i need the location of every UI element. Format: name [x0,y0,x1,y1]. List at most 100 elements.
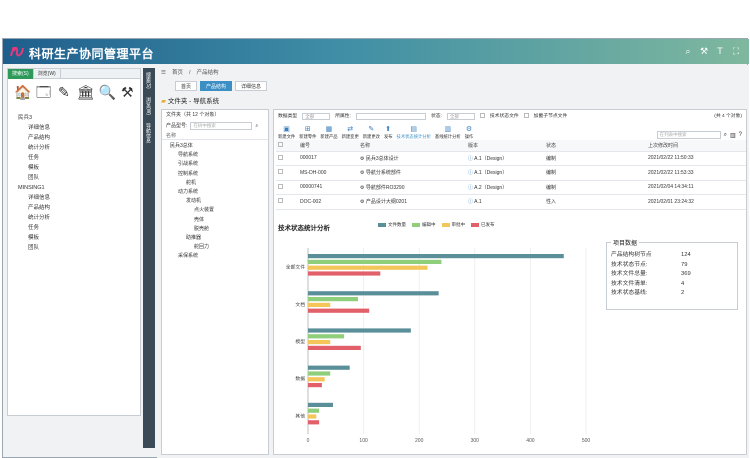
tree-item[interactable]: 产品结构 [18,133,130,143]
tab-details[interactable]: 详细信息 [235,81,268,91]
tree-item[interactable]: 团队 [18,173,130,183]
bar[interactable] [308,420,320,425]
type-select[interactable]: 全部 [302,113,331,120]
table-row[interactable]: DOC-002 ⚙ 产品设计大纲0201 ⓘ A.1 性入 2021/02/01 23:… [276,194,746,210]
bar[interactable] [308,377,325,382]
cell-name[interactable]: ⚙ 导航分系统部件 [358,165,466,181]
toolbar-button[interactable]: ⊞ 新建零件 [299,126,316,139]
vtab-search[interactable]: 搜索(S) [143,68,154,93]
tab-browse[interactable]: 浏览(W) [34,69,61,79]
cell-id[interactable]: 00000741 [298,180,358,195]
bar[interactable] [308,297,359,302]
bar[interactable] [308,365,350,370]
sub-node-checkbox[interactable] [523,113,529,118]
tree-item[interactable]: 产品结构 [18,203,130,213]
product-tree-item[interactable]: 控制系统 [166,170,264,179]
cell-name[interactable]: ⚙ 产品设计大纲0201 [358,194,466,210]
bar[interactable] [308,308,370,313]
product-tree-item[interactable]: 点火装置 [166,206,264,215]
help-icon[interactable]: ? [739,132,742,138]
fullscreen-icon[interactable]: ⛶ [731,46,741,56]
tools-icon[interactable]: ⚒ [121,83,134,101]
product-tree-item[interactable]: 舵回力 [166,243,264,252]
owner-select[interactable] [355,113,426,120]
menu-icon[interactable]: ☰ [161,67,166,79]
column-header[interactable]: 编号 [298,140,358,152]
tree-item[interactable]: 任务 [18,153,130,163]
table-row[interactable]: MS-DH-000 ⚙ 导航分系统部件 ⓘ A.1（Design） 编制 2021/02… [276,165,746,181]
product-tree-item[interactable]: 采保系统 [166,252,264,261]
toolbar-button[interactable]: ⇄ 新建变更 [342,126,359,139]
bar[interactable] [308,371,331,376]
state-select[interactable]: 全部 [446,113,475,120]
font-size-icon[interactable]: T [715,46,725,56]
column-header[interactable] [276,140,298,152]
edit-icon[interactable]: ✎ [57,83,70,101]
bar[interactable] [308,408,320,413]
row-checkbox[interactable] [278,198,283,204]
bar[interactable] [308,291,439,296]
product-tree-item[interactable]: 导航系统 [166,151,264,160]
tree-item[interactable]: 详细信息 [18,123,130,133]
toolbar-button[interactable]: ▦ 新建产品 [320,126,337,139]
toolbar-button[interactable]: ▥ 基线统计分析 [435,126,461,139]
breadcrumb-home[interactable]: 首页 [172,67,183,79]
tree-item[interactable]: 详细信息 [18,193,130,203]
tree-item[interactable]: 团队 [18,243,130,253]
table-row[interactable]: 000017 ⚙ 民兵3总体设计 ⓘ A.1（Design） 编制 2021/02/22… [276,151,746,166]
bar[interactable] [308,265,428,270]
home-icon[interactable]: 🏠 [14,83,31,101]
product-tree-item[interactable]: 脱壳舱 [166,225,264,234]
search-icon[interactable]: ⌕ [255,122,258,130]
bar[interactable] [308,402,334,407]
tab-product-structure[interactable]: 产品结构 [200,81,233,91]
toolbar-button[interactable]: ▣ 新建文件 [278,126,295,139]
row-checkbox[interactable] [278,183,283,189]
bar[interactable] [308,302,331,307]
column-header[interactable]: 上次修改时间 [646,140,746,152]
vtab-browse[interactable]: 浏览(W) [143,93,154,119]
tree-item[interactable]: 模板 [18,233,130,243]
column-header[interactable]: 状态 [544,140,646,152]
tree-item[interactable]: 任务 [18,223,130,233]
cell-id[interactable]: 000017 [298,151,358,166]
bar[interactable] [308,271,381,276]
bar[interactable] [308,328,411,333]
building-icon[interactable]: 🏛 [77,83,95,101]
bar[interactable] [308,383,322,388]
bar[interactable] [308,345,361,350]
product-tree-item[interactable]: 壳体 [166,216,264,225]
tech-state-checkbox[interactable] [479,113,485,118]
cell-id[interactable]: MS-DH-000 [298,165,358,181]
toolbar-button[interactable]: ⬆ 发布 [384,126,393,139]
bar[interactable] [308,334,345,339]
cell-name[interactable]: ⚙ 导航部件RO3290 [358,180,466,195]
search-icon[interactable]: ⌕ [683,46,693,56]
product-tree-item[interactable]: 引战系统 [166,160,264,169]
list-search-input[interactable]: 在列表中搜索 [656,131,721,139]
row-checkbox[interactable] [278,169,283,175]
tab-search[interactable]: 搜索(S) [8,69,34,79]
browser-icon[interactable]: 🗔 [36,83,51,101]
toolbar-button[interactable]: ✎ 新建更改 [363,126,380,139]
toolbar-button[interactable]: ⚙ 操作 [465,126,474,139]
cell-id[interactable]: DOC-002 [298,194,358,210]
columns-icon[interactable]: ▥ [730,132,736,139]
column-header[interactable]: 版本 [466,140,544,152]
tree-item[interactable]: 统计分析 [18,213,130,223]
search-icon[interactable]: ⌕ [724,132,727,139]
bar[interactable] [308,259,442,264]
product-tree-item[interactable]: 动力系统 [166,188,264,197]
tree-item[interactable]: 统计分析 [18,143,130,153]
product-tree-item[interactable]: 民兵3总体 [166,142,264,151]
tree-item[interactable]: 模板 [18,163,130,173]
tree-item[interactable]: 民兵3 [18,113,130,123]
column-header[interactable]: 名称 [358,140,466,152]
product-tree-item[interactable]: 助推器 [166,234,264,243]
bar[interactable] [308,254,564,259]
cell-name[interactable]: ⚙ 民兵3总体设计 [358,151,466,166]
bar[interactable] [308,340,331,345]
row-checkbox[interactable] [278,154,283,160]
product-search-input[interactable]: 在树中搜索 [190,122,253,130]
table-row[interactable]: 00000741 ⚙ 导航部件RO3290 ⓘ A.2（Design） 编制 2021/… [276,180,746,195]
